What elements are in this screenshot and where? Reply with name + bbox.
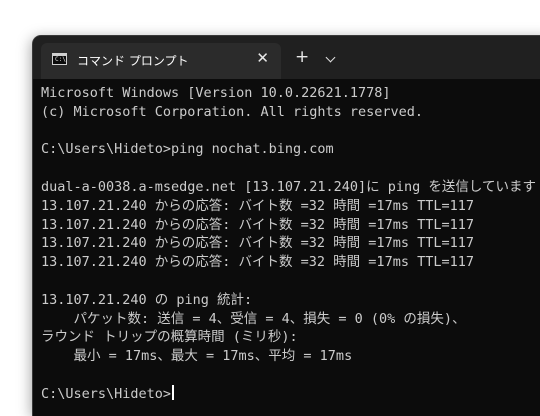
- terminal-line: パケット数: 送信 = 4、受信 = 4、損失 = 0 (0% の損失)、: [41, 310, 466, 327]
- terminal-window: C:\ コマンド プロンプト ✕ + Microsoft Windows [Ve…: [33, 36, 540, 416]
- chevron-down-icon[interactable]: [325, 52, 336, 63]
- command-prompt-icon-text: C:\: [55, 56, 66, 63]
- terminal-line: (c) Microsoft Corporation. All rights re…: [41, 103, 424, 120]
- terminal-line: 13.107.21.240 からの応答: バイト数 =32 時間 =17ms T…: [41, 235, 474, 252]
- tab-title: コマンド プロンプト: [77, 54, 189, 68]
- title-bar: C:\ コマンド プロンプト ✕ +: [33, 36, 540, 79]
- terminal-line: C:\Users\Hideto>ping nochat.bing.com: [41, 141, 334, 158]
- terminal-line: 13.107.21.240 からの応答: バイト数 =32 時間 =17ms T…: [41, 254, 474, 271]
- terminal-line: dual-a-0038.a-msedge.net [13.107.21.240]…: [41, 178, 536, 195]
- terminal-line: 最小 = 17ms、最大 = 17ms、平均 = 17ms: [41, 348, 353, 365]
- tab-command-prompt[interactable]: C:\ コマンド プロンプト ✕: [41, 43, 281, 79]
- new-tab-button[interactable]: +: [295, 49, 309, 66]
- prompt-text: C:\Users\Hideto>: [41, 385, 172, 402]
- close-tab-icon[interactable]: ✕: [256, 50, 269, 67]
- command-prompt-icon: C:\: [52, 53, 67, 65]
- terminal-line: 13.107.21.240 の ping 統計:: [41, 291, 253, 308]
- terminal-output[interactable]: Microsoft Windows [Version 10.0.22621.17…: [41, 84, 540, 416]
- terminal-line: 13.107.21.240 からの応答: バイト数 =32 時間 =17ms T…: [41, 197, 474, 214]
- command-prompt-line[interactable]: C:\Users\Hideto>: [41, 384, 540, 404]
- terminal-line: 13.107.21.240 からの応答: バイト数 =32 時間 =17ms T…: [41, 216, 474, 233]
- text-cursor: [172, 384, 175, 400]
- terminal-line: Microsoft Windows [Version 10.0.22621.17…: [41, 85, 391, 101]
- terminal-line: ラウンド トリップの概算時間 (ミリ秒):: [41, 329, 298, 346]
